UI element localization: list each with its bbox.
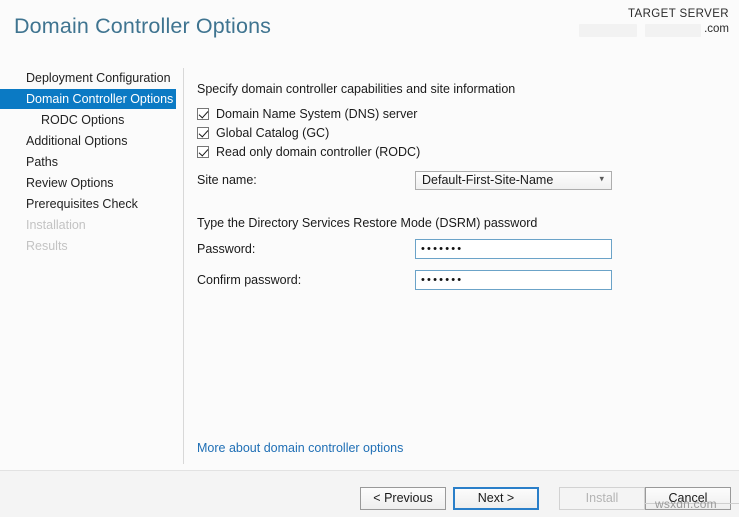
sidebar-item-installation: Installation <box>0 215 183 235</box>
site-name-row: Site name: Default-First-Site-Name ▾ <box>197 169 717 191</box>
sidebar-item-results: Results <box>0 236 183 256</box>
sidebar-item-label: Paths <box>26 155 58 169</box>
page-title: Domain Controller Options <box>14 14 272 38</box>
sidebar-item-label: Deployment Configuration <box>26 71 171 85</box>
chevron-down-icon: ▾ <box>599 173 604 184</box>
sidebar-item-label: Prerequisites Check <box>26 197 138 211</box>
checkbox-global-catalog[interactable] <box>197 127 209 139</box>
confirm-password-value: ••••••• <box>421 274 464 286</box>
target-server-block: TARGET SERVER .com <box>579 8 729 37</box>
sidebar-item-label: Results <box>26 239 68 253</box>
wizard-sidebar: Deployment Configuration Domain Controll… <box>0 68 183 463</box>
wizard-footer: < Previous Next > Install Cancel <box>0 471 739 517</box>
confirm-password-label: Confirm password: <box>197 273 302 287</box>
sidebar-item-deployment-configuration[interactable]: Deployment Configuration <box>0 68 183 88</box>
sidebar-item-additional-options[interactable]: Additional Options <box>0 131 183 151</box>
target-server-label: TARGET SERVER <box>627 8 729 20</box>
install-button: Install <box>559 487 645 510</box>
previous-button[interactable]: < Previous <box>360 487 446 510</box>
checkbox-row-dns-server[interactable]: Domain Name System (DNS) server <box>197 105 717 123</box>
redaction-block-right <box>645 24 701 37</box>
sidebar-item-label: Domain Controller Options <box>26 92 174 106</box>
sidebar-divider <box>183 68 184 464</box>
site-name-label: Site name: <box>197 173 257 187</box>
password-label: Password: <box>197 242 256 256</box>
sidebar-item-domain-controller-options[interactable]: Domain Controller Options <box>0 89 176 109</box>
checkbox-rodc[interactable] <box>197 146 209 158</box>
main-content: Specify domain controller capabilities a… <box>197 82 717 292</box>
dsrm-heading: Type the Directory Services Restore Mode… <box>197 216 538 230</box>
target-server-name: .com <box>579 23 729 37</box>
next-button[interactable]: Next > <box>453 487 539 510</box>
sidebar-item-label: RODC Options <box>41 113 125 127</box>
site-name-value: Default-First-Site-Name <box>422 173 554 187</box>
sidebar-item-prerequisites-check[interactable]: Prerequisites Check <box>0 194 183 214</box>
checkbox-label-global-catalog: Global Catalog (GC) <box>216 126 330 140</box>
capabilities-heading: Specify domain controller capabilities a… <box>197 82 516 96</box>
sidebar-item-review-options[interactable]: Review Options <box>0 173 183 193</box>
more-about-domain-controller-options-link[interactable]: More about domain controller options <box>197 441 403 455</box>
checkbox-row-global-catalog[interactable]: Global Catalog (GC) <box>197 124 717 142</box>
password-row: Password: ••••••• <box>197 237 717 261</box>
password-input[interactable]: ••••••• <box>415 239 612 259</box>
sidebar-item-label: Additional Options <box>26 134 128 148</box>
confirm-password-input[interactable]: ••••••• <box>415 270 612 290</box>
site-name-dropdown[interactable]: Default-First-Site-Name ▾ <box>415 170 612 190</box>
sidebar-item-label: Review Options <box>26 176 114 190</box>
checkbox-dns-server[interactable] <box>197 108 209 120</box>
sidebar-item-rodc-options[interactable]: RODC Options <box>0 110 183 130</box>
cancel-button[interactable]: Cancel <box>645 487 731 510</box>
sidebar-item-label: Installation <box>26 218 86 232</box>
checkbox-label-rodc: Read only domain controller (RODC) <box>216 145 421 159</box>
wizard-header: Domain Controller Options TARGET SERVER … <box>0 0 739 62</box>
checkbox-row-rodc[interactable]: Read only domain controller (RODC) <box>197 143 717 161</box>
sidebar-item-paths[interactable]: Paths <box>0 152 183 172</box>
checkbox-label-dns-server: Domain Name System (DNS) server <box>216 107 418 121</box>
password-value: ••••••• <box>421 243 464 255</box>
redaction-block-left <box>579 24 637 37</box>
confirm-password-row: Confirm password: ••••••• <box>197 268 717 292</box>
target-server-name-text: .com <box>704 23 729 35</box>
